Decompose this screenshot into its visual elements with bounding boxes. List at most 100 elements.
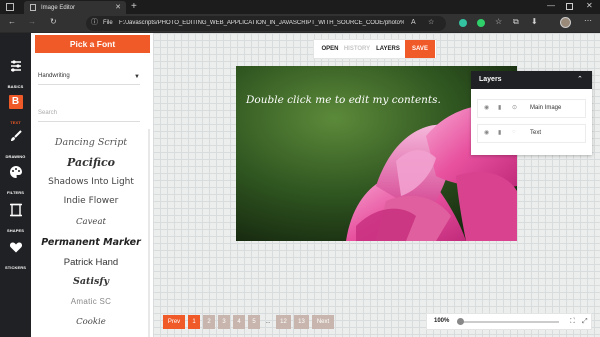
font-list: Dancing Script Pacifico Shadows Into Lig… xyxy=(31,133,151,337)
favorites-bar-icon[interactable]: ☆ xyxy=(495,18,502,26)
lock-icon[interactable]: ⊙ xyxy=(512,104,517,111)
tool-label: BASICS xyxy=(7,84,24,89)
font-option[interactable]: Patrick Hand xyxy=(31,257,151,268)
address-bar: ← → ↻ ⓘ File F:/Javascripts/PHOTO_EDITIN… xyxy=(0,14,600,33)
prev-button[interactable]: Prev xyxy=(163,315,185,329)
page-icon xyxy=(30,4,36,11)
tool-stickers[interactable]: STICKERS xyxy=(0,236,31,272)
page-button[interactable]: 1 xyxy=(188,315,200,329)
tool-label: SHAPES xyxy=(6,228,25,233)
font-option[interactable]: Satisfy xyxy=(31,276,151,287)
tool-filters[interactable]: FILTERS xyxy=(0,161,31,197)
page-button[interactable]: 3 xyxy=(218,315,230,329)
new-tab-button[interactable]: + xyxy=(131,2,137,12)
pick-font-header: Pick a Font xyxy=(35,35,150,53)
image-editor-app: BASICS B TEXT DRAWING FILTERS SHAPES STI… xyxy=(0,33,600,337)
layers-button[interactable]: LAYERS xyxy=(374,40,402,58)
close-window-icon[interactable]: ✕ xyxy=(586,2,593,10)
text-b-icon: B xyxy=(8,95,23,109)
lock-icon[interactable]: ○ xyxy=(512,129,516,135)
font-option[interactable]: Shadows Into Light xyxy=(31,177,151,187)
heart-icon xyxy=(9,242,22,253)
pagination: Prev 1 2 3 4 5 ... 12 13 Next xyxy=(163,315,335,329)
layer-label: Main Image xyxy=(530,105,562,111)
save-button[interactable]: SAVE xyxy=(405,40,435,58)
font-option[interactable]: Indie Flower xyxy=(31,196,151,206)
collections-icon[interactable]: ⧉ xyxy=(513,18,519,26)
favorite-icon[interactable]: ☆ xyxy=(428,19,434,26)
page-button[interactable]: 13 xyxy=(294,315,309,329)
canvas-text-layer[interactable]: Double click me to edit my contents. xyxy=(246,94,441,106)
font-list-scrollbar[interactable] xyxy=(148,129,150,337)
tool-label: FILTERS xyxy=(6,190,25,195)
top-actions-bar: OPEN HISTORY LAYERS SAVE xyxy=(313,39,437,59)
close-tab-icon[interactable]: ✕ xyxy=(115,4,121,11)
more-menu-icon[interactable]: ⋯ xyxy=(584,17,592,25)
caret-down-icon: ▼ xyxy=(134,74,140,80)
page-button[interactable]: 12 xyxy=(276,315,291,329)
zoom-bar: 100% ⛶ ⤢ xyxy=(426,313,592,330)
zoom-slider-thumb[interactable] xyxy=(457,318,464,325)
refresh-icon[interactable]: ↻ xyxy=(50,18,57,26)
layers-panel: Layers ⌃ ◉ ▮ ⊙ Main Image ◉ ▮ ○ Text xyxy=(471,71,592,155)
extension-grammar-icon[interactable] xyxy=(477,19,485,27)
read-aloud-icon[interactable]: A xyxy=(411,19,416,26)
font-category-select[interactable]: Handwriting ▼ xyxy=(38,73,140,85)
tool-text[interactable]: B TEXT xyxy=(0,91,31,127)
font-option[interactable]: Dancing Script xyxy=(31,137,151,148)
font-option[interactable]: Cookie xyxy=(31,317,151,327)
trash-icon[interactable]: ▮ xyxy=(498,129,501,136)
history-button[interactable]: HISTORY xyxy=(343,40,371,58)
sliders-icon xyxy=(10,60,21,72)
tab-title: Image Editor xyxy=(41,4,76,11)
layer-row[interactable]: ◉ ▮ ⊙ Main Image xyxy=(477,99,586,118)
tool-drawing[interactable]: DRAWING xyxy=(0,125,31,161)
pagination-ellipsis: ... xyxy=(265,319,271,325)
fullscreen-icon[interactable]: ⤢ xyxy=(582,318,588,326)
font-category-value: Handwriting xyxy=(38,73,70,79)
eye-icon[interactable]: ◉ xyxy=(484,129,489,136)
trash-icon[interactable]: ▮ xyxy=(498,104,501,111)
minimize-icon[interactable]: — xyxy=(547,2,555,10)
font-option[interactable]: Pacifico xyxy=(31,156,151,169)
layer-label: Text xyxy=(530,130,542,136)
palette-icon xyxy=(9,166,22,178)
font-option[interactable]: Caveat xyxy=(31,217,151,227)
next-button[interactable]: Next xyxy=(312,315,334,329)
back-icon[interactable]: ← xyxy=(8,18,16,26)
profile-avatar[interactable] xyxy=(560,17,571,28)
page-button[interactable]: 5 xyxy=(248,315,260,329)
url-text: F:/Javascripts/PHOTO_EDITING_WEB_APPLICA… xyxy=(119,20,404,26)
url-scheme: File xyxy=(103,20,113,26)
layers-title: Layers xyxy=(479,76,502,83)
info-icon[interactable]: ⓘ xyxy=(91,19,98,26)
extension-icon[interactable] xyxy=(459,19,467,27)
page-button[interactable]: 2 xyxy=(203,315,215,329)
downloads-icon[interactable]: ⬇ xyxy=(531,18,538,26)
tool-label: DRAWING xyxy=(5,154,26,159)
browser-tab-bar: Image Editor ✕ + — ✕ xyxy=(0,0,600,14)
open-button[interactable]: OPEN xyxy=(319,40,341,58)
font-option[interactable]: Amatic SC xyxy=(31,297,151,306)
chevron-up-icon[interactable]: ⌃ xyxy=(577,75,583,83)
font-search-input[interactable]: Search xyxy=(38,110,140,122)
shapes-icon xyxy=(9,203,22,217)
fit-screen-icon[interactable]: ⛶ xyxy=(570,318,575,326)
layers-panel-header[interactable]: Layers ⌃ xyxy=(471,71,592,89)
brush-icon xyxy=(10,130,22,141)
eye-icon[interactable]: ◉ xyxy=(484,104,489,111)
url-field[interactable]: ⓘ File F:/Javascripts/PHOTO_EDITING_WEB_… xyxy=(86,16,446,31)
layer-row[interactable]: ◉ ▮ ○ Text xyxy=(477,124,586,143)
font-option[interactable]: Permanent Marker xyxy=(31,237,151,248)
font-panel: Pick a Font Handwriting ▼ Search Dancing… xyxy=(31,33,153,337)
zoom-value: 100% xyxy=(434,318,450,324)
forward-icon[interactable]: → xyxy=(28,18,36,26)
search-placeholder: Search xyxy=(38,110,58,116)
tab-actions-icon[interactable] xyxy=(6,3,14,11)
tool-basics[interactable]: BASICS xyxy=(0,55,31,91)
page-button[interactable]: 4 xyxy=(233,315,245,329)
zoom-slider-track[interactable] xyxy=(457,318,559,325)
browser-tab[interactable]: Image Editor ✕ xyxy=(24,1,126,14)
tool-shapes[interactable]: SHAPES xyxy=(0,199,31,235)
maximize-icon[interactable] xyxy=(566,3,573,10)
